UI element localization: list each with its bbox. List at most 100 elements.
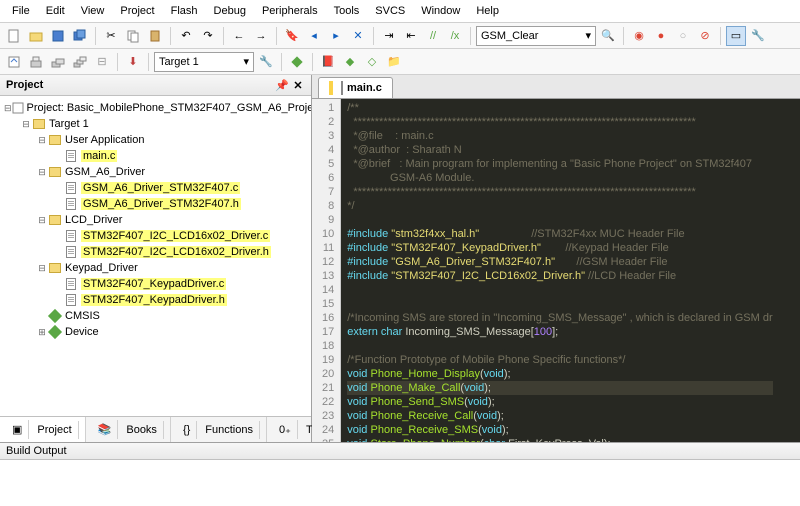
tree-group-gsm-a6-driver[interactable]: ⊟GSM_A6_Driver	[0, 164, 311, 180]
download-button[interactable]: ⬇	[123, 52, 143, 72]
breakpoint-button[interactable]: ●	[651, 26, 671, 46]
code-content[interactable]: /** ************************************…	[341, 99, 778, 442]
code-line[interactable]: extern char Incoming_SMS_Message[100];	[347, 325, 772, 339]
menu-project[interactable]: Project	[112, 2, 162, 20]
code-line[interactable]: *@author : Sharath N	[347, 143, 772, 157]
target-select[interactable]: Target 1▾	[154, 52, 254, 72]
menu-file[interactable]: File	[4, 2, 38, 20]
bookmark-clear-button[interactable]: ✕	[348, 26, 368, 46]
cut-button[interactable]: ✂	[101, 26, 121, 46]
batch-build-button[interactable]	[70, 52, 90, 72]
window-button[interactable]: ▭	[726, 26, 746, 46]
code-editor[interactable]: 1234567891011121314151617181920212223242…	[312, 98, 800, 442]
code-line[interactable]: void Phone_Receive_Call(void);	[347, 409, 772, 423]
copy-button[interactable]	[123, 26, 143, 46]
save-button[interactable]	[48, 26, 68, 46]
bookmark-button[interactable]: 🔖	[282, 26, 302, 46]
tree-file[interactable]: STM32F407_KeypadDriver.h	[0, 292, 311, 308]
disable-bp-button[interactable]: ○	[673, 26, 693, 46]
code-line[interactable]: void Phone_Receive_SMS(void);	[347, 423, 772, 437]
code-line[interactable]: ****************************************…	[347, 115, 772, 129]
build-button[interactable]	[26, 52, 46, 72]
menu-window[interactable]: Window	[413, 2, 468, 20]
code-line[interactable]: /*Function Prototype of Mobile Phone Spe…	[347, 353, 772, 367]
panel-close-button[interactable]: ✕	[291, 78, 305, 92]
code-line[interactable]: */	[347, 199, 772, 213]
code-line[interactable]: ****************************************…	[347, 185, 772, 199]
menu-help[interactable]: Help	[468, 2, 507, 20]
expand-icon[interactable]: ⊞	[36, 327, 48, 338]
expand-icon[interactable]: ⊟	[36, 167, 48, 178]
find-button[interactable]: 🔍	[598, 26, 618, 46]
templates-pane-button[interactable]: ◇	[362, 52, 382, 72]
code-line[interactable]: #include "STM32F407_I2C_LCD16x02_Driver.…	[347, 269, 772, 283]
tree-target[interactable]: ⊟Target 1	[0, 116, 311, 132]
panel-tab-functions[interactable]: {}Functions	[171, 417, 267, 442]
panel-tab-project[interactable]: ▣Project	[0, 417, 86, 442]
expand-icon[interactable]: ⊟	[4, 103, 12, 114]
kill-bp-button[interactable]: ⊘	[695, 26, 715, 46]
tree-file[interactable]: GSM_A6_Driver_STM32F407.h	[0, 196, 311, 212]
config-button[interactable]: 🔧	[748, 26, 768, 46]
menu-svcs[interactable]: SVCS	[367, 2, 413, 20]
nav-back-button[interactable]: ←	[229, 26, 249, 46]
build-output-body[interactable]	[0, 460, 800, 506]
menu-flash[interactable]: Flash	[163, 2, 206, 20]
code-line[interactable]: #include "stm32f4xx_hal.h" //STM32F4xx M…	[347, 227, 772, 241]
tree-extra-device[interactable]: ⊞Device	[0, 324, 311, 340]
menu-edit[interactable]: Edit	[38, 2, 73, 20]
indent-button[interactable]: ⇥	[379, 26, 399, 46]
menu-tools[interactable]: Tools	[326, 2, 368, 20]
tree-root[interactable]: ⊟Project: Basic_MobilePhone_STM32F407_GS…	[0, 100, 311, 116]
panel-pin-button[interactable]: 📌	[275, 78, 289, 92]
bookmark-next-button[interactable]: ▸	[326, 26, 346, 46]
bookmark-prev-button[interactable]: ◂	[304, 26, 324, 46]
outdent-button[interactable]: ⇤	[401, 26, 421, 46]
comment-button[interactable]: //	[423, 26, 443, 46]
debug-button[interactable]: ◉	[629, 26, 649, 46]
manage-rte-button[interactable]	[287, 52, 307, 72]
menu-peripherals[interactable]: Peripherals	[254, 2, 326, 20]
panel-tab-books[interactable]: 📚Books	[86, 417, 171, 442]
code-line[interactable]: GSM-A6 Module.	[347, 171, 772, 185]
target-options-button[interactable]: 🔧	[256, 52, 276, 72]
expand-icon[interactable]: ⊟	[20, 119, 32, 130]
code-line[interactable]	[347, 283, 772, 297]
tree-file[interactable]: GSM_A6_Driver_STM32F407.c	[0, 180, 311, 196]
tree-group-keypad-driver[interactable]: ⊟Keypad_Driver	[0, 260, 311, 276]
editor-tab-main[interactable]: main.c	[318, 77, 393, 98]
paste-button[interactable]	[145, 26, 165, 46]
functions-pane-button[interactable]: ◆	[340, 52, 360, 72]
code-line[interactable]: /**	[347, 101, 772, 115]
code-line[interactable]: void Phone_Send_SMS(void);	[347, 395, 772, 409]
code-line[interactable]: #include "GSM_A6_Driver_STM32F407.h" //G…	[347, 255, 772, 269]
tree-file[interactable]: main.c	[0, 148, 311, 164]
code-line[interactable]: void Phone_Make_Call(void);	[347, 381, 772, 395]
save-all-button[interactable]	[70, 26, 90, 46]
redo-button[interactable]: ↷	[198, 26, 218, 46]
menu-view[interactable]: View	[73, 2, 113, 20]
tree-extra-cmsis[interactable]: CMSIS	[0, 308, 311, 324]
source-browser-button[interactable]: 📁	[384, 52, 404, 72]
code-line[interactable]	[347, 213, 772, 227]
open-button[interactable]	[26, 26, 46, 46]
menu-debug[interactable]: Debug	[206, 2, 254, 20]
undo-button[interactable]: ↶	[176, 26, 196, 46]
stop-build-button[interactable]: ⊟	[92, 52, 112, 72]
tree-file[interactable]: STM32F407_I2C_LCD16x02_Driver.c	[0, 228, 311, 244]
expand-icon[interactable]: ⊟	[36, 135, 48, 146]
uncomment-button[interactable]: /x	[445, 26, 465, 46]
code-line[interactable]	[347, 297, 772, 311]
tree-group-user-application[interactable]: ⊟User Application	[0, 132, 311, 148]
code-line[interactable]	[347, 339, 772, 353]
code-line[interactable]: void Phone_Home_Display(void);	[347, 367, 772, 381]
search-combo[interactable]: GSM_Clear▾	[476, 26, 596, 46]
rebuild-button[interactable]	[48, 52, 68, 72]
expand-icon[interactable]: ⊟	[36, 263, 48, 274]
code-line[interactable]: #include "STM32F407_KeypadDriver.h" //Ke…	[347, 241, 772, 255]
tree-file[interactable]: STM32F407_KeypadDriver.c	[0, 276, 311, 292]
tree-file[interactable]: STM32F407_I2C_LCD16x02_Driver.h	[0, 244, 311, 260]
code-line[interactable]: /*Incoming SMS are stored in "Incoming_S…	[347, 311, 772, 325]
translate-button[interactable]	[4, 52, 24, 72]
tree-group-lcd-driver[interactable]: ⊟LCD_Driver	[0, 212, 311, 228]
